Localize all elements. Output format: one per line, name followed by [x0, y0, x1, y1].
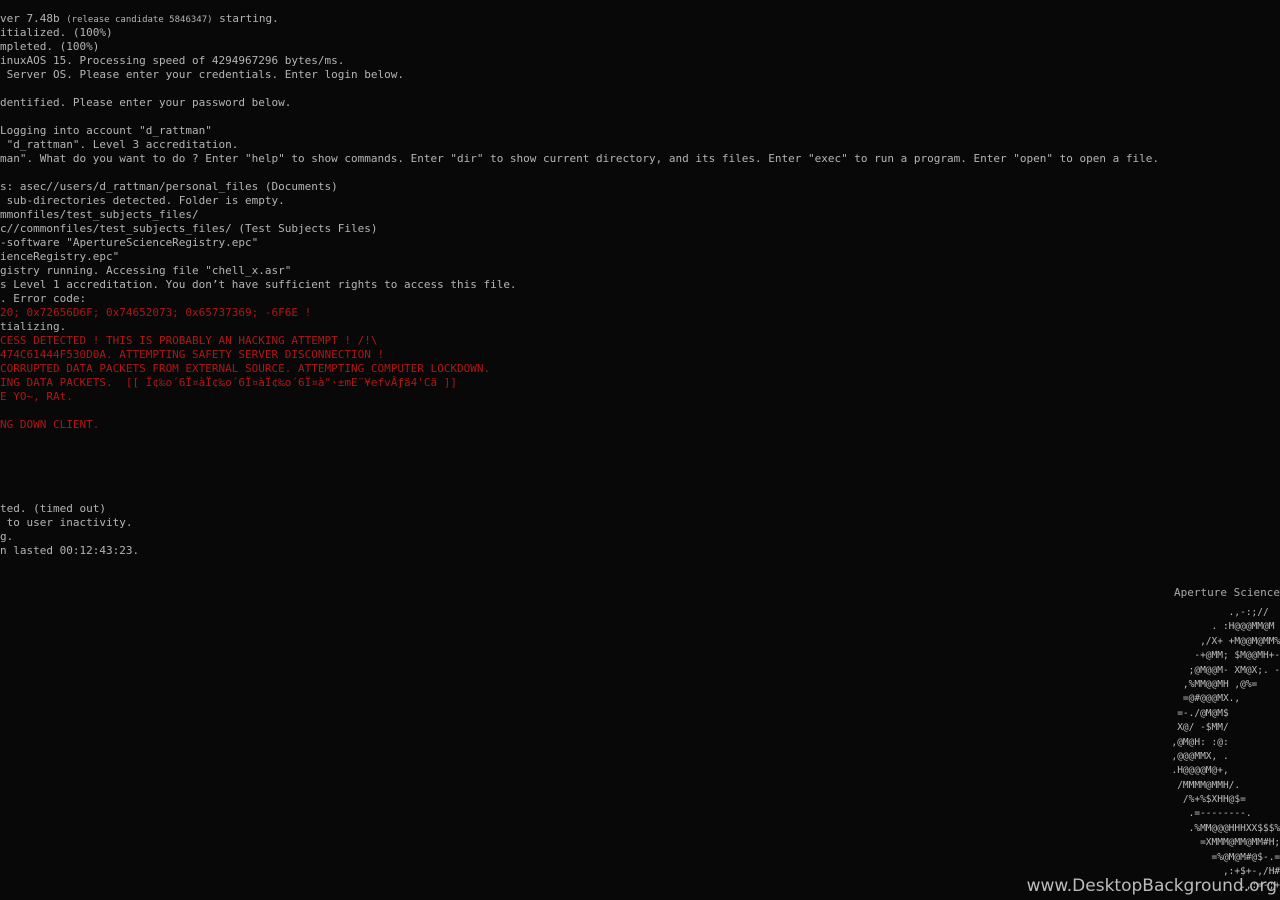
terminal-line: . Error code:: [0, 292, 87, 305]
terminal-line: ING DATA PACKETS. [[ Ï¢‰o´6Ï¤àÏ¢‰o´6Ï¤àÏ…: [0, 376, 457, 389]
terminal-line: Logging into account "d_rattman": [0, 124, 212, 137]
ascii-logo-line: =XMMM@MM@MM#H;,-: [1120, 837, 1280, 849]
ascii-logo-line: /%+%$XHH@$=: [1120, 794, 1246, 806]
terminal-line: mpleted. (100%): [0, 40, 100, 53]
aperture-logo-title: Aperture Science: [1174, 586, 1280, 599]
terminal-line: c//commonfiles/test_subjects_files/ (Tes…: [0, 222, 378, 235]
terminal-line: n lasted 00:12:43:23.: [0, 544, 140, 557]
ascii-logo-line: ,/X+ +M@@M@MM%: [1120, 635, 1280, 647]
terminal-output: ver 7.48b (release candidate 5846347) st…: [0, 12, 1159, 558]
ascii-logo-line: .H@@@@M@+,: [1120, 765, 1229, 777]
terminal-line-text: ver 7.48b: [0, 12, 67, 25]
terminal-line: s: asec//users/d_rattman/personal_files …: [0, 180, 338, 193]
ascii-logo-line: =-./@M@M$: [1120, 707, 1229, 719]
terminal-line: ver 7.48b (release candidate 5846347) st…: [0, 12, 1159, 26]
terminal-line: itialized. (100%): [0, 26, 113, 39]
terminal-line: s Level 1 accreditation. You don’t have …: [0, 278, 517, 291]
terminal-line: 20; 0x72656D6F; 0x74652073; 0x65737369; …: [0, 306, 312, 319]
ascii-logo-line: ,@M@H: :@:: [1120, 736, 1229, 748]
terminal-line: -software "ApertureScienceRegistry.epc": [0, 236, 259, 249]
ascii-logo-line: X@/ -$MM/: [1120, 722, 1229, 734]
ascii-logo-line: ,%MM@@MH ,@%=: [1120, 678, 1258, 690]
terminal-line: E YO~, RAt.: [0, 390, 73, 403]
ascii-logo-line: /MMMM@MMH/.: [1120, 779, 1241, 791]
terminal-line: ted. (timed out): [0, 502, 106, 515]
terminal-line: "d_rattman". Level 3 accreditation.: [0, 138, 239, 151]
ascii-logo-line: . :H@@@MM@M: [1120, 621, 1275, 633]
terminal-line: inuxAOS 15. Processing speed of 42949672…: [0, 54, 345, 67]
terminal-line: Server OS. Please enter your credentials…: [0, 68, 404, 81]
terminal-line: dentified. Please enter your password be…: [0, 96, 292, 109]
ascii-logo-line: =@#@@@MX.,: [1120, 693, 1241, 705]
aperture-logo-ascii: .,-:;// . :H@@@MM@M ,/X+ +M@@M@MM% -+@MM…: [1120, 606, 1280, 894]
watermark-text: www.DesktopBackground.org: [1026, 876, 1277, 896]
terminal-line: ienceRegistry.epc": [0, 250, 120, 263]
ascii-logo-line: .%MM@@@HHHXX$$$%+-: [1120, 822, 1280, 834]
terminal-line: mmonfiles/test_subjects_files/: [0, 208, 199, 221]
terminal-line-text: starting.: [212, 12, 279, 25]
terminal-line: to user inactivity.: [0, 516, 133, 529]
terminal-line: 474C61444F530D0A. ATTEMPTING SAFETY SERV…: [0, 348, 385, 361]
ascii-logo-line: ;@M@@M- XM@X;. -+: [1120, 664, 1280, 676]
release-candidate-note: (release candidate 5846347): [66, 15, 213, 25]
terminal-line: g.: [0, 530, 14, 543]
ascii-logo-line: -+@MM; $M@@MH+-,: [1120, 650, 1280, 662]
ascii-logo-line: .,-:;//: [1120, 607, 1269, 618]
terminal-line: CESS DETECTED ! THIS IS PROBABLY AN HACK…: [0, 334, 378, 347]
terminal-line: man". What do you want to do ? Enter "he…: [0, 152, 1159, 165]
terminal-screen: ver 7.48b (release candidate 5846347) st…: [0, 0, 1280, 900]
terminal-line: CORRUPTED DATA PACKETS FROM EXTERNAL SOU…: [0, 362, 491, 375]
terminal-line: gistry running. Accessing file "chell_x.…: [0, 264, 292, 277]
terminal-line: NG DOWN CLIENT.: [0, 418, 100, 431]
ascii-logo-line: ,@@@MMX, .: [1120, 750, 1229, 762]
ascii-logo-line: =%@M@M#@$-.=$@: [1120, 851, 1280, 863]
terminal-line: tializing.: [0, 320, 67, 333]
terminal-line: sub-directories detected. Folder is empt…: [0, 194, 285, 207]
ascii-logo-line: .=--------.: [1120, 808, 1252, 820]
